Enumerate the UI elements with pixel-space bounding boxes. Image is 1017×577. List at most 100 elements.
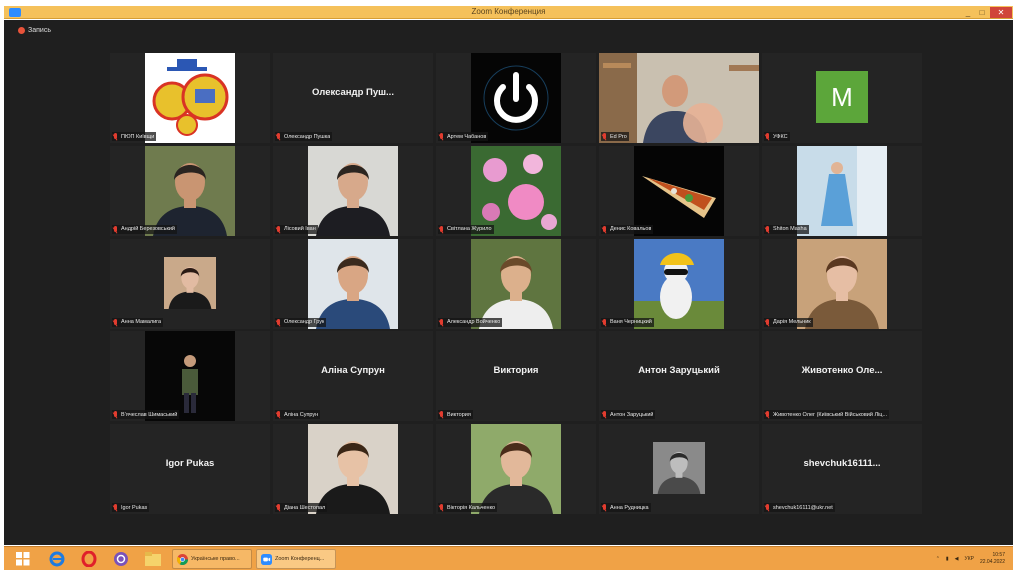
participant-tile[interactable]: Аліна Супрун Аліна Супрун (273, 331, 433, 422)
muted-mic-icon (602, 504, 608, 511)
record-icon (18, 26, 25, 34)
participant-name-label: Анна Мамалига (112, 317, 164, 327)
participant-name-label: ПЮП Київщи (112, 132, 157, 141)
dress-photo (797, 145, 887, 236)
participant-name: Аліна Супрун (284, 411, 319, 418)
internet-explorer-icon (49, 551, 65, 567)
participant-name: Олександр Пушка (284, 133, 331, 140)
participant-tile[interactable]: Олександр Пуш... Олександр Пушка (273, 53, 433, 143)
participant-tile[interactable]: Shiton Masha (762, 145, 922, 236)
muted-mic-icon (276, 504, 282, 511)
participant-name-label: Діана Шестопал (275, 503, 328, 512)
recording-label: Запись (28, 26, 51, 34)
participant-tile[interactable]: Дарія Мельник (762, 238, 922, 329)
participant-photo (164, 256, 216, 309)
participant-name: Андрій Березовський (121, 226, 176, 233)
participant-name: Лісовий Іван (284, 226, 316, 233)
flowers-photo (471, 145, 561, 236)
live-video-feed (599, 53, 759, 143)
windows-logo-icon (16, 552, 30, 566)
viber-icon (114, 552, 128, 566)
participant-tile[interactable]: Лісовий Іван (273, 145, 433, 236)
participant-tile[interactable]: Ваня Черницкий (599, 238, 759, 329)
muted-mic-icon (765, 133, 771, 140)
taskbar-task-chrome[interactable]: Українське право... (172, 549, 252, 569)
participant-name-label: Андрій Березовський (112, 224, 178, 234)
participant-tile[interactable]: Анна Рудницка (599, 424, 759, 514)
language-indicator[interactable]: УКР (965, 556, 974, 562)
muted-mic-icon (765, 318, 771, 326)
participant-name: Дарія Мельник (773, 319, 811, 325)
participant-name: Олександр Грук (284, 319, 325, 325)
participant-tile[interactable]: shevchuk16111... shevchuk16111@ukr.net (762, 424, 922, 514)
participant-photo (308, 238, 398, 329)
participant-avatar-letter: M (816, 71, 868, 123)
participant-tile[interactable]: Артем Чабанов (436, 53, 596, 143)
participant-tile[interactable]: M УФКС (762, 53, 922, 143)
participant-tile[interactable]: Світлана Журило (436, 145, 596, 236)
participant-tile[interactable]: Вікторія Кальченко (436, 424, 596, 514)
taskbar-task-zoom[interactable]: Zoom Конференц... (256, 549, 336, 569)
participant-tile[interactable]: Олександр Грук (273, 238, 433, 329)
participant-name: Животенко Олег (Київський Військовий Ліц… (773, 411, 888, 418)
participant-tile[interactable]: Александр Войченко (436, 238, 596, 329)
participant-name-label: Животенко Олег (Київський Військовий Ліц… (764, 410, 890, 420)
participant-name: Анна Рудницка (610, 504, 649, 511)
participant-name-label: Александр Войченко (438, 317, 503, 327)
windows-start-button[interactable] (12, 550, 34, 568)
participant-name: Світлана Журило (447, 226, 492, 233)
muted-mic-icon (113, 318, 119, 326)
participant-name-label: Shiton Masha (764, 224, 809, 234)
participant-name-label: Лісовий Іван (275, 224, 318, 234)
file-explorer-button[interactable] (142, 550, 164, 568)
participant-tile[interactable]: Ed Pro (599, 53, 759, 143)
maximize-button[interactable]: □ (975, 7, 989, 18)
opera-button[interactable] (78, 550, 100, 568)
participant-tile[interactable]: Вʼячеслав Шимаський (110, 331, 270, 422)
muted-mic-icon (765, 225, 771, 233)
muted-mic-icon (765, 504, 771, 511)
participant-name-label: Олександр Грук (275, 317, 327, 327)
muted-mic-icon (439, 133, 445, 140)
clock-time: 10:57 (992, 552, 1005, 558)
participant-name: Антон Заруцький (610, 411, 654, 418)
participant-name: Артем Чабанов (447, 133, 487, 140)
system-clock[interactable]: 10:57 22.04.2022 (980, 552, 1005, 566)
viber-button[interactable] (110, 550, 132, 568)
muted-mic-icon (113, 411, 119, 418)
participant-tile[interactable]: Виктория Виктория (436, 331, 596, 422)
muted-mic-icon (439, 411, 445, 418)
tray-arrow-icon[interactable]: ⌃ (936, 556, 940, 562)
participant-name-label: Олександр Пушка (275, 132, 333, 141)
participant-name-label: Аліна Супрун (275, 410, 321, 420)
participant-name: Igor Pukas (121, 504, 148, 511)
gallery-grid: ПЮП Київщи Олександр Пуш... Олександр Пушк… (110, 53, 922, 514)
participant-tile[interactable]: Денис Ковальов (599, 145, 759, 236)
participant-tile[interactable]: Діана Шестопал (273, 424, 433, 514)
participant-name-label: Анна Рудницка (601, 503, 651, 512)
participant-tile[interactable]: ПЮП Київщи (110, 53, 270, 143)
volume-icon[interactable]: ◀ (955, 556, 959, 562)
recording-indicator[interactable]: Запись (18, 24, 51, 36)
participant-tile[interactable]: Igor Pukas Igor Pukas (110, 424, 270, 514)
participant-tile[interactable]: Анна Мамалига (110, 238, 270, 329)
participant-name-label: Артем Чабанов (438, 132, 489, 141)
desktop: Zoom Конференция _ □ ✕ Запись ПЮП Київщи… (0, 0, 1017, 577)
participant-name-label: Антон Заруцький (601, 410, 656, 420)
participant-tile[interactable]: Андрій Березовський (110, 145, 270, 236)
participant-display-name: Олександр Пуш... (312, 86, 394, 98)
participant-name-label: Ed Pro (601, 132, 629, 141)
chrome-icon (177, 553, 188, 565)
muted-mic-icon (602, 318, 608, 326)
participant-tile[interactable]: Животенко Оле... Животенко Олег (Київськи… (762, 331, 922, 422)
minimize-button[interactable]: _ (961, 7, 975, 18)
participant-name: Денис Ковальов (610, 226, 652, 233)
participant-tile[interactable]: Антон Заруцький Антон Заруцький (599, 331, 759, 422)
night-photo (145, 331, 235, 422)
internet-explorer-button[interactable] (46, 550, 68, 568)
close-button[interactable]: ✕ (990, 7, 1012, 18)
window-titlebar[interactable]: Zoom Конференция _ □ ✕ (4, 6, 1013, 19)
participant-name: Ed Pro (610, 133, 627, 140)
network-icon[interactable]: ▮ (946, 556, 949, 562)
folder-icon (145, 552, 161, 566)
